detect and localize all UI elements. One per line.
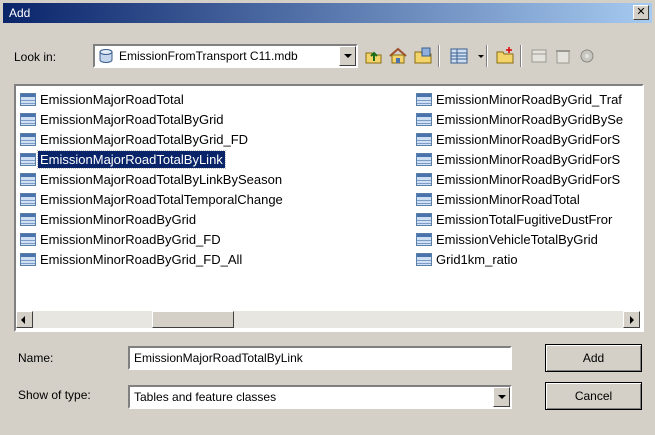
connect-folder-button[interactable]	[412, 45, 434, 67]
properties-icon	[580, 49, 594, 63]
list-item[interactable]: EmissionMinorRoadTotal	[414, 190, 642, 210]
horizontal-scrollbar[interactable]	[16, 311, 640, 328]
look-in-dropdown-arrow[interactable]	[339, 46, 356, 66]
table-icon	[416, 213, 432, 226]
dialog-title: Add	[9, 6, 31, 20]
table-icon	[20, 153, 36, 166]
scroll-right-button[interactable]	[623, 311, 640, 328]
look-in-value: EmissionFromTransport C11.mdb	[119, 49, 298, 63]
table-icon	[416, 133, 432, 146]
list-item[interactable]: EmissionVehicleTotalByGrid	[414, 230, 642, 250]
name-label: Name:	[18, 351, 54, 365]
up-one-level-button[interactable]	[362, 45, 384, 67]
delete-icon	[556, 50, 570, 64]
file-list[interactable]: EmissionMajorRoadTotal EmissionMajorRoad…	[14, 84, 644, 332]
show-of-type-value: Tables and feature classes	[134, 390, 277, 404]
table-icon	[20, 93, 36, 106]
list-item[interactable]: EmissionMinorRoadByGrid_Traf	[414, 90, 642, 110]
toolbar-separator	[486, 45, 488, 67]
title-bar: Add ✕	[3, 3, 652, 23]
look-in-label: Look in:	[14, 50, 57, 64]
list-item[interactable]: Grid1km_ratio	[414, 250, 642, 270]
view-dropdown-button[interactable]	[470, 45, 484, 67]
table-icon	[416, 153, 432, 166]
new-folder-icon	[496, 47, 514, 64]
file-list-column-2: EmissionMinorRoadByGrid_Traf EmissionMin…	[414, 90, 642, 270]
table-icon	[20, 113, 36, 126]
catalog-icon	[531, 49, 547, 63]
show-of-type-dropdown-arrow[interactable]	[493, 387, 510, 407]
home-icon	[389, 47, 407, 64]
add-button[interactable]: Add	[545, 344, 642, 372]
home-button[interactable]	[387, 45, 409, 67]
table-icon	[20, 253, 36, 266]
table-icon	[416, 253, 432, 266]
connect-folder-icon	[414, 47, 432, 64]
properties-button[interactable]	[576, 45, 598, 67]
table-icon	[20, 233, 36, 246]
table-icon	[20, 213, 36, 226]
list-item[interactable]: EmissionMinorRoadByGridBySe	[414, 110, 642, 130]
cancel-button[interactable]: Cancel	[545, 382, 642, 410]
close-button[interactable]: ✕	[633, 5, 649, 20]
show-of-type-dropdown[interactable]: Tables and feature classes	[128, 385, 512, 409]
table-icon	[416, 173, 432, 186]
list-item[interactable]: EmissionMinorRoadByGridForS	[414, 150, 642, 170]
table-icon	[20, 173, 36, 186]
list-item[interactable]: EmissionMinorRoadByGridForS	[414, 130, 642, 150]
chevron-down-icon	[478, 55, 484, 58]
add-dialog: Add ✕ Look in: EmissionFromTransport C11…	[0, 0, 655, 435]
list-item[interactable]: EmissionMinorRoadByGridForS	[414, 170, 642, 190]
scroll-thumb[interactable]	[152, 311, 234, 328]
toolbar-separator	[438, 45, 440, 67]
toolbar-separator	[520, 45, 522, 67]
show-of-type-label: Show of type:	[18, 388, 91, 402]
table-icon	[416, 113, 432, 126]
list-item[interactable]: EmissionTotalFugitiveDustFror	[414, 210, 642, 230]
table-icon	[416, 193, 432, 206]
name-input[interactable]: EmissionMajorRoadTotalByLink	[128, 346, 512, 370]
table-icon	[20, 133, 36, 146]
table-icon	[416, 93, 432, 106]
new-folder-button[interactable]	[494, 45, 516, 67]
up-one-level-icon	[365, 51, 382, 64]
view-list-button[interactable]	[448, 45, 470, 67]
scroll-left-button[interactable]	[16, 311, 33, 328]
delete-button[interactable]	[552, 45, 574, 67]
catalog-button[interactable]	[528, 45, 550, 67]
table-icon	[416, 233, 432, 246]
look-in-dropdown[interactable]: EmissionFromTransport C11.mdb	[93, 44, 358, 68]
database-icon	[99, 49, 113, 63]
table-icon	[20, 193, 36, 206]
view-list-icon	[450, 48, 468, 64]
